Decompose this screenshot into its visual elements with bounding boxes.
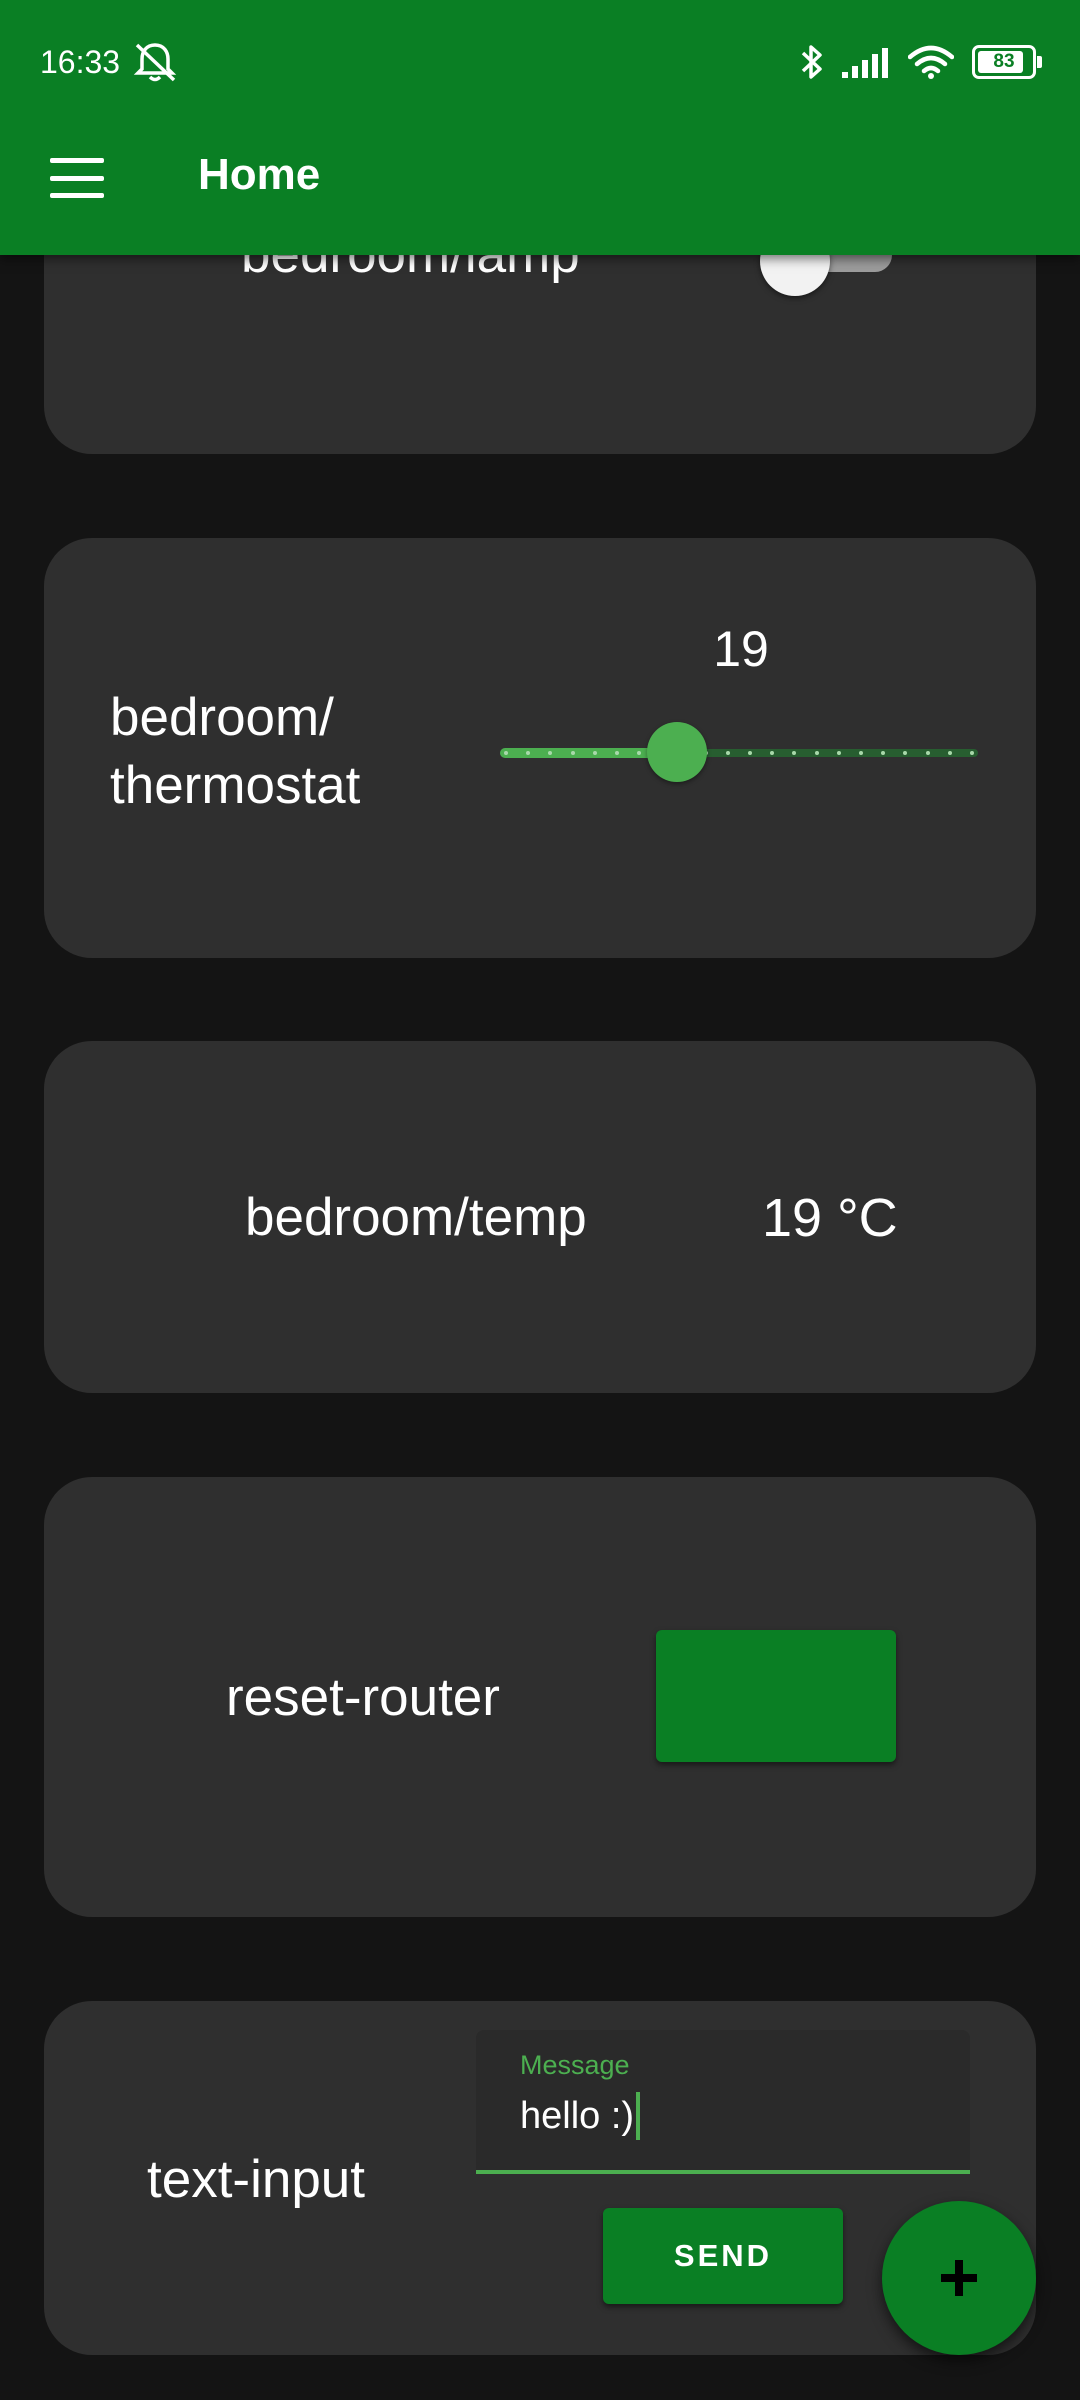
slider-tick [815, 751, 819, 755]
temp-value: 19 °C [762, 1188, 898, 1248]
slider-tick [837, 751, 841, 755]
battery-level: 83 [993, 51, 1015, 72]
slider-tick [748, 751, 752, 755]
slider-thumb[interactable] [647, 722, 707, 782]
text-caret [636, 2092, 641, 2140]
slider-tick [881, 751, 885, 755]
slider-tick [792, 751, 796, 755]
text-input-label: text-input [147, 2150, 366, 2209]
slider-tick [859, 751, 863, 755]
signal-icon [842, 48, 888, 78]
thermostat-label-line2: thermostat [110, 756, 361, 815]
bluetooth-icon [801, 45, 822, 79]
slider-tick [526, 751, 530, 755]
message-field[interactable]: Message hello :) [476, 2030, 970, 2174]
slider-tick [726, 751, 730, 755]
status-icons: 83 [800, 40, 1042, 84]
slider-tick [504, 751, 508, 755]
slider-tick [593, 751, 597, 755]
temp-label: bedroom/temp [245, 1188, 587, 1247]
slider-tick [637, 751, 641, 755]
menu-icon[interactable] [50, 158, 104, 198]
slider-tick [903, 751, 907, 755]
slider-tick [615, 751, 619, 755]
page-title: Home [198, 150, 321, 199]
slider-tick [970, 751, 974, 755]
thermostat-label: bedroom/ thermostat [110, 684, 360, 820]
send-button[interactable]: SEND [603, 2208, 843, 2304]
message-field-label: Message [520, 2050, 630, 2080]
status-time: 16:33 [40, 44, 121, 80]
bell-off-icon [133, 43, 177, 82]
add-fab-button[interactable] [882, 2201, 1036, 2355]
thermostat-slider[interactable] [500, 722, 978, 782]
battery-icon: 83 [972, 45, 1042, 79]
slider-tick [770, 751, 774, 755]
slider-tick [948, 751, 952, 755]
message-field-value-wrap: hello :) [520, 2092, 641, 2140]
reset-router-button[interactable] [656, 1630, 896, 1762]
wifi-icon [908, 45, 954, 79]
thermostat-value: 19 [713, 621, 769, 677]
app-bar: 16:33 83 Home [0, 0, 1080, 255]
plus-icon [941, 2260, 977, 2296]
reset-label: reset-router [226, 1668, 500, 1727]
thermostat-label-line1: bedroom/ [110, 688, 334, 747]
slider-tick [548, 751, 552, 755]
message-field-value: hello :) [520, 2094, 635, 2137]
slider-tick [926, 751, 930, 755]
slider-tick [571, 751, 575, 755]
